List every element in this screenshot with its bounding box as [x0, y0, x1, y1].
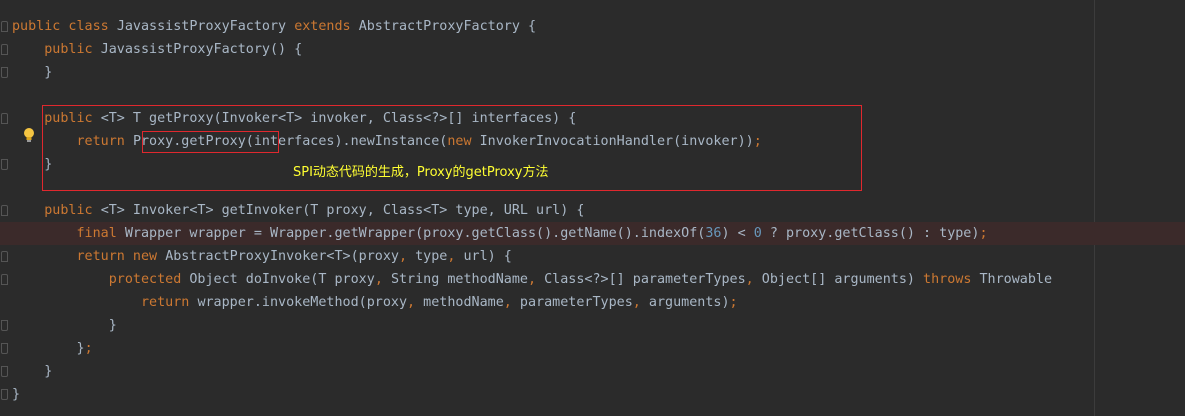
code-token: } [12, 387, 21, 402]
code-token: } [12, 341, 85, 356]
keyword-token: public [44, 203, 101, 218]
lightbulb-icon[interactable] [22, 127, 36, 143]
number-token: 36 [705, 226, 722, 241]
fold-marker-icon[interactable] [1, 21, 8, 32]
fold-marker-icon[interactable] [1, 251, 8, 262]
code-line[interactable]: } [0, 61, 1185, 84]
code-token: String methodName [390, 272, 528, 287]
code-line[interactable]: }; [0, 337, 1185, 360]
code-token: AbstractProxyInvoker<T>(proxy [165, 249, 399, 264]
keyword-token: return new [76, 249, 166, 264]
annotation-label: SPI动态代码的生成，Proxy的getProxy方法 [293, 165, 549, 180]
code-token: Object doInvoke(T proxy [189, 272, 375, 287]
code-line[interactable]: return wrapper.invokeMethod(proxy, metho… [0, 291, 1185, 314]
fold-marker-icon[interactable] [1, 67, 8, 78]
code-line[interactable]: } [0, 360, 1185, 383]
code-line[interactable]: public <T> Invoker<T> getInvoker(T proxy… [0, 199, 1185, 222]
fold-marker-icon[interactable] [1, 159, 8, 170]
number-token: 0 [753, 226, 762, 241]
keyword-token: final [76, 226, 125, 241]
code-line[interactable]: public JavassistProxyFactory() { [0, 38, 1185, 61]
code-token: } [12, 65, 53, 80]
code-token: parameterTypes [519, 295, 633, 310]
keyword-token: , [745, 272, 762, 287]
code-token: type [415, 249, 448, 264]
code-token: arguments) [648, 295, 730, 310]
code-token: JavassistProxyFactory [116, 19, 295, 34]
keyword-token: protected [108, 272, 190, 287]
keyword-token: public class [12, 19, 117, 34]
fold-marker-icon[interactable] [1, 366, 8, 377]
keyword-token: return [141, 295, 198, 310]
keyword-token: , [374, 272, 391, 287]
code-token: AbstractProxyFactory { [358, 19, 537, 34]
keyword-token: ; [84, 341, 93, 356]
code-line[interactable]: protected Object doInvoke(T proxy, Strin… [0, 268, 1185, 291]
keyword-token: , [447, 249, 464, 264]
fold-marker-icon[interactable] [1, 274, 8, 285]
code-token: <T> Invoker<T> getInvoker(T proxy, Class… [100, 203, 585, 218]
keyword-token: , [503, 295, 520, 310]
keyword-token: , [407, 295, 424, 310]
code-line[interactable]: } [0, 383, 1185, 406]
code-token: Object[] arguments) [761, 272, 924, 287]
code-line[interactable] [0, 84, 1185, 107]
code-token: JavassistProxyFactory() { [100, 42, 303, 57]
keyword-token: public [44, 42, 101, 57]
code-token: } [12, 318, 117, 333]
code-line[interactable]: } [0, 314, 1185, 337]
fold-marker-icon[interactable] [1, 113, 8, 124]
keyword-token: ; [979, 226, 988, 241]
code-editor[interactable]: public class JavassistProxyFactory exten… [0, 0, 1185, 416]
fold-marker-icon[interactable] [1, 320, 8, 331]
code-line[interactable]: final Wrapper wrapper = Wrapper.getWrapp… [0, 222, 1185, 245]
proxy-call-highlight-box [142, 131, 279, 153]
keyword-token: extends [294, 19, 359, 34]
code-token: url) { [463, 249, 512, 264]
keyword-token: , [398, 249, 416, 264]
keyword-token: throws [923, 272, 980, 287]
code-token: Wrapper wrapper = Wrapper.getWrapper(pro… [124, 226, 706, 241]
keyword-token: , [632, 295, 649, 310]
code-token: Class<?>[] parameterTypes [544, 272, 746, 287]
keyword-token: ; [729, 295, 738, 310]
code-token: } [12, 364, 53, 379]
code-token: Throwable [979, 272, 1053, 287]
fold-marker-icon[interactable] [1, 389, 8, 400]
code-token: methodName [423, 295, 504, 310]
fold-marker-icon[interactable] [1, 343, 8, 354]
keyword-token: , [528, 272, 545, 287]
fold-marker-icon[interactable] [1, 44, 8, 55]
fold-marker-icon[interactable] [1, 205, 8, 216]
code-line[interactable]: public class JavassistProxyFactory exten… [0, 15, 1185, 38]
code-token: wrapper.invokeMethod(proxy [197, 295, 408, 310]
code-line[interactable]: return new AbstractProxyInvoker<T>(proxy… [0, 245, 1185, 268]
code-token: ) < [721, 226, 754, 241]
code-token: ? proxy.getClass() : type) [761, 226, 980, 241]
